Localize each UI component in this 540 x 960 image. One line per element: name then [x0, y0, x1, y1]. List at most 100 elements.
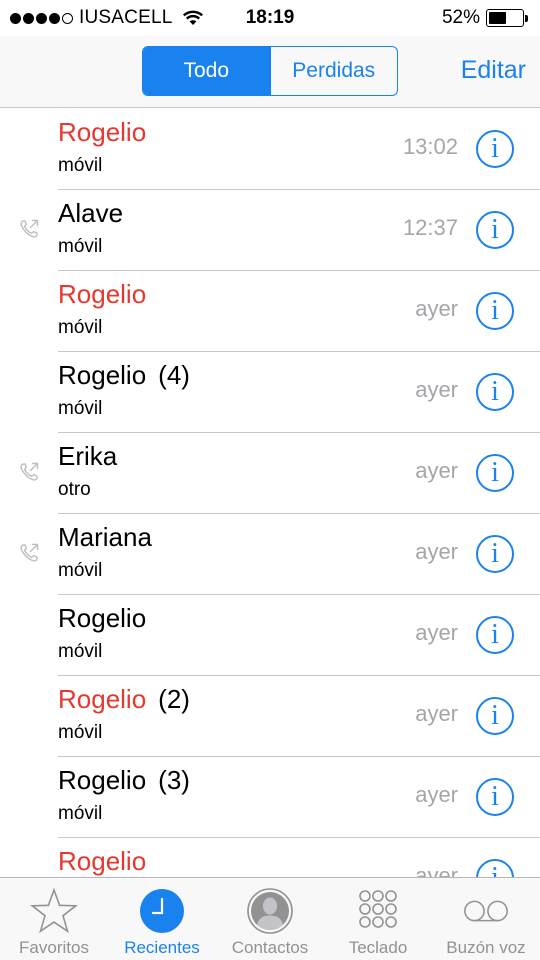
- call-type: móvil: [58, 560, 103, 581]
- info-button[interactable]: i: [476, 211, 514, 249]
- call-type: móvil: [58, 398, 103, 419]
- tab-label: Recientes: [124, 938, 200, 957]
- battery-tip: [525, 14, 528, 22]
- info-icon: i: [491, 862, 499, 877]
- call-name-line: Alave: [58, 197, 123, 229]
- battery-percentage: 52%: [441, 7, 480, 28]
- call-name-line: Rogelio: [58, 845, 146, 877]
- call-type: móvil: [58, 722, 103, 743]
- call-type: móvil: [58, 641, 103, 662]
- call-row[interactable]: Mariana móvil ayer i: [0, 514, 540, 595]
- call-time: ayer: [415, 701, 458, 726]
- call-name-line: Rogelio: [58, 278, 146, 310]
- call-type: otro: [58, 479, 91, 500]
- info-icon: i: [491, 781, 499, 812]
- call-name-line: Rogelio: [58, 116, 146, 148]
- status-bar: IUSACELL 18:19 52%: [0, 0, 540, 36]
- tab-recientes[interactable]: Recientes: [108, 878, 216, 960]
- status-right: 52%: [442, 7, 528, 29]
- call-name-line: Rogelio (2): [58, 683, 190, 715]
- call-row[interactable]: Alave móvil 12:37 i: [0, 190, 540, 271]
- tab-teclado[interactable]: Teclado: [324, 878, 432, 960]
- caller-name: Rogelio: [58, 279, 147, 309]
- tab-label: Contactos: [231, 938, 309, 957]
- tab-label: Buzón voz: [446, 938, 526, 957]
- contact-icon: [247, 888, 293, 934]
- call-type: móvil: [58, 236, 103, 257]
- star-icon: [30, 887, 78, 934]
- caller-name: Rogelio: [58, 603, 147, 633]
- call-time: ayer: [415, 458, 458, 483]
- info-button[interactable]: i: [476, 859, 514, 877]
- caller-name: Rogelio: [58, 684, 147, 714]
- call-name-line: Rogelio (4): [58, 359, 190, 391]
- info-icon: i: [491, 457, 499, 488]
- call-type: móvil: [58, 155, 103, 176]
- caller-name: Rogelio: [58, 765, 147, 795]
- call-time: ayer: [415, 539, 458, 564]
- info-icon: i: [491, 538, 499, 569]
- tab-contactos[interactable]: Contactos: [216, 878, 324, 960]
- navigation-bar: Todo Perdidas Editar: [0, 36, 540, 108]
- call-name-line: Rogelio (3): [58, 764, 190, 796]
- call-row[interactable]: Erika otro ayer i: [0, 433, 540, 514]
- call-row[interactable]: Rogelio (4) móvil ayer i: [0, 352, 540, 433]
- edit-button[interactable]: Editar: [461, 56, 526, 85]
- caller-name: Alave: [58, 198, 124, 228]
- caller-name: Mariana: [58, 522, 152, 552]
- call-row[interactable]: Rogelio ayer i: [0, 838, 540, 877]
- tab-favoritos[interactable]: Favoritos: [0, 878, 108, 960]
- call-count: (3): [158, 765, 190, 795]
- tab-label: Favoritos: [19, 938, 89, 957]
- segmented-control: Todo Perdidas: [142, 46, 398, 96]
- caller-name: Rogelio: [58, 117, 147, 147]
- call-row[interactable]: Rogelio móvil ayer i: [0, 271, 540, 352]
- call-name-line: Mariana: [58, 521, 152, 553]
- segment-todo[interactable]: Todo: [143, 47, 270, 95]
- call-row[interactable]: Rogelio (2) móvil ayer i: [0, 676, 540, 757]
- caller-name: Erika: [58, 441, 118, 471]
- voicemail-icon: [464, 900, 508, 922]
- info-button[interactable]: i: [476, 616, 514, 654]
- recent-calls-list[interactable]: Rogelio móvil 13:02 i Alave móvil 12:37 …: [0, 109, 540, 877]
- info-button[interactable]: i: [476, 454, 514, 492]
- call-row[interactable]: Rogelio (3) móvil ayer i: [0, 757, 540, 838]
- info-button[interactable]: i: [476, 373, 514, 411]
- outgoing-call-icon: [20, 219, 39, 238]
- tab-label: Teclado: [348, 938, 408, 957]
- info-icon: i: [491, 133, 499, 164]
- segment-perdidas[interactable]: Perdidas: [269, 47, 398, 95]
- info-icon: i: [491, 376, 499, 407]
- call-type: móvil: [58, 803, 103, 824]
- battery-level: [489, 12, 506, 24]
- call-type: móvil: [58, 317, 103, 338]
- call-count: (4): [158, 360, 190, 390]
- info-button[interactable]: i: [476, 292, 514, 330]
- caller-name: Rogelio: [58, 360, 147, 390]
- keypad-icon: [359, 890, 397, 928]
- outgoing-call-icon: [20, 543, 39, 562]
- call-time: ayer: [415, 863, 458, 877]
- info-button[interactable]: i: [476, 778, 514, 816]
- info-button[interactable]: i: [476, 130, 514, 168]
- call-time: 12:37: [402, 215, 458, 240]
- call-time: ayer: [415, 620, 458, 645]
- info-button[interactable]: i: [476, 535, 514, 573]
- clock-icon: [140, 889, 184, 933]
- caller-name: Rogelio: [58, 846, 147, 876]
- outgoing-call-icon: [20, 462, 39, 481]
- call-row[interactable]: Rogelio móvil 13:02 i: [0, 109, 540, 190]
- call-count: (2): [158, 684, 190, 714]
- battery-icon: [486, 9, 524, 27]
- info-icon: i: [491, 295, 499, 326]
- call-time: 13:02: [402, 134, 458, 159]
- call-time: ayer: [415, 377, 458, 402]
- call-name-line: Erika: [58, 440, 117, 472]
- tab-buzon-voz[interactable]: Buzón voz: [432, 878, 540, 960]
- call-name-line: Rogelio: [58, 602, 146, 634]
- call-row[interactable]: Rogelio móvil ayer i: [0, 595, 540, 676]
- call-time: ayer: [415, 296, 458, 321]
- info-button[interactable]: i: [476, 697, 514, 735]
- info-icon: i: [491, 700, 499, 731]
- tab-bar: Favoritos Recientes Contactos Teclado Bu…: [0, 877, 540, 960]
